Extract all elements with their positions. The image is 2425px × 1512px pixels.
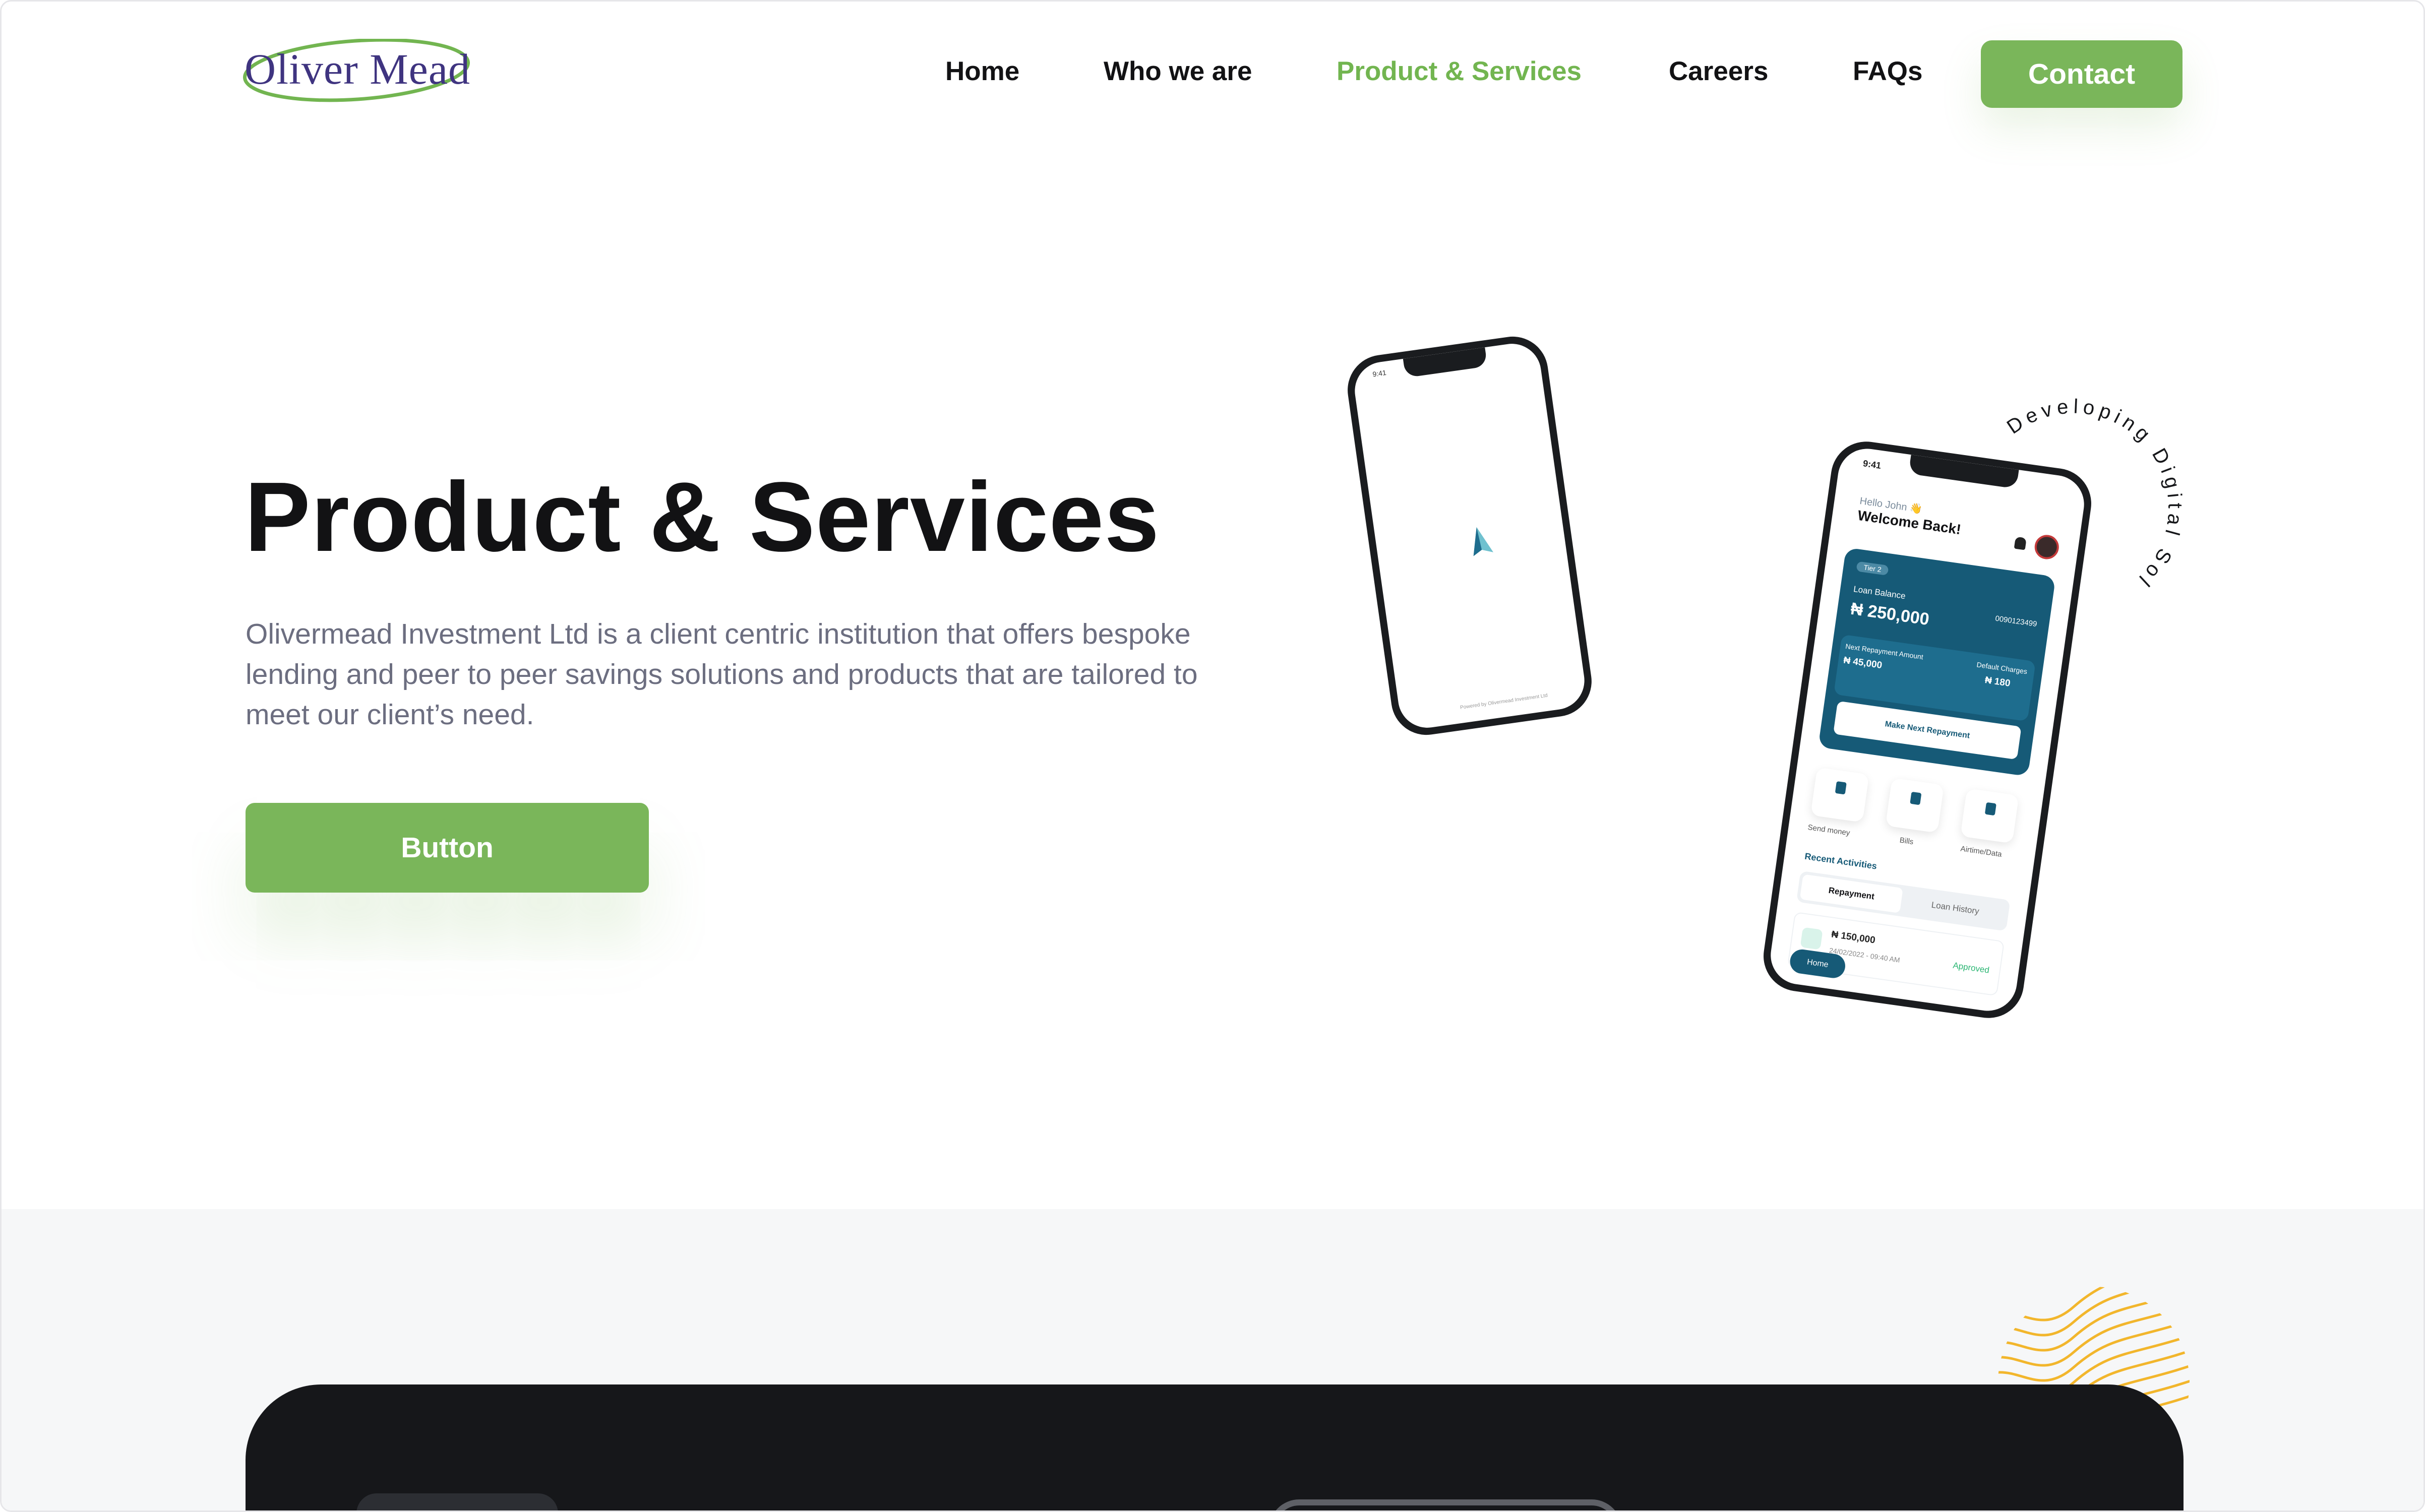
device-mockup [1269, 1499, 1622, 1510]
feature-panel [246, 1384, 2184, 1510]
brand-logo[interactable]: Oliver Mead [242, 39, 474, 109]
action-label: Airtime/Data [1960, 844, 2003, 859]
action-label: Bills [1899, 836, 1914, 847]
airtime-data-button[interactable] [1960, 788, 2019, 844]
loan-balance-label: Loan Balance [1853, 584, 1906, 601]
status-time: 9:41 [1372, 368, 1387, 379]
phone-mockup-splash: 9:41 Powered by Olivermead Investment Lt… [1343, 332, 1596, 740]
bills-button[interactable] [1885, 778, 1945, 833]
loan-balance-value: ₦ 250,000 [1849, 599, 1931, 629]
contact-button[interactable]: Contact [1981, 40, 2182, 108]
nav-faqs[interactable]: FAQs [1853, 56, 1922, 91]
tab-loan-history[interactable]: Loan History [1904, 889, 2007, 927]
page: Oliver Mead Home Who we are Product & Se… [0, 0, 2425, 1512]
nav-home[interactable]: Home [945, 56, 1019, 91]
bills-icon [1910, 791, 1922, 805]
hero-description: Olivermead Investment Ltd is a client ce… [246, 618, 1198, 731]
phone-icon [1984, 802, 1996, 816]
status-time: 9:41 [1862, 458, 1882, 471]
tier-badge: Tier 2 [1856, 561, 1889, 576]
activity-amount: ₦ 150,000 [1831, 929, 1876, 946]
phone-splash-screen: 9:41 Powered by Olivermead Investment Lt… [1351, 340, 1589, 732]
circular-tagline: Developing Digital Solutions [1943, 354, 2186, 594]
send-icon [1835, 781, 1847, 795]
panel-tag [356, 1493, 558, 1510]
page-title: Product & Services [245, 462, 1160, 572]
nav-product-services[interactable]: Product & Services [1337, 56, 1582, 91]
send-money-button[interactable] [1810, 767, 1869, 823]
circular-tagline-text: Developing Digital Solutions [1943, 354, 2181, 594]
splash-footer: Powered by Olivermead Investment Ltd [1460, 692, 1548, 711]
nav-careers[interactable]: Careers [1669, 56, 1768, 91]
transaction-icon [1800, 927, 1823, 950]
brand-name: Oliver Mead [245, 45, 471, 93]
nav-who-we-are[interactable]: Who we are [1104, 56, 1252, 91]
activity-status: Approved [1952, 960, 1990, 975]
phone-notch [1403, 347, 1488, 378]
action-label: Send money [1807, 823, 1851, 838]
recent-activities-heading: Recent Activities [1804, 851, 1878, 871]
tab-repayment[interactable]: Repayment [1799, 874, 1903, 913]
hero-cta-button[interactable]: Button [246, 803, 649, 893]
app-logo-icon [1473, 527, 1494, 556]
svg-text:Developing Digital Solutions: Developing Digital Solutions [1943, 354, 2186, 594]
